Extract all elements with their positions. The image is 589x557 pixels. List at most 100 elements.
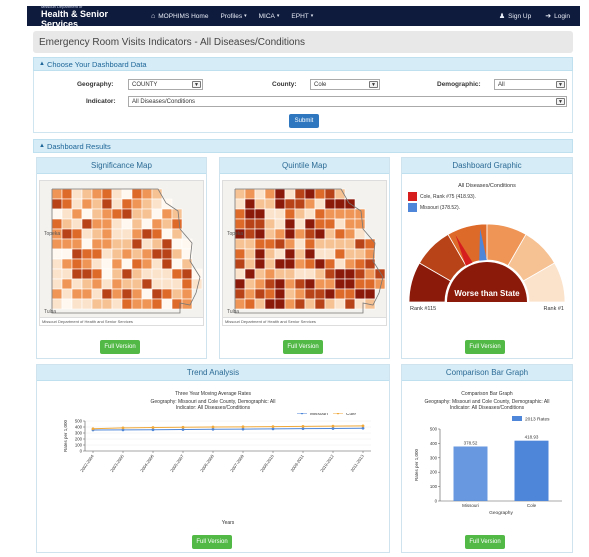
graphic-full-version-button[interactable]: Full Version xyxy=(465,340,505,354)
county-cell xyxy=(374,268,386,280)
county-cell xyxy=(101,238,113,250)
county-cell xyxy=(121,228,133,240)
county-cell xyxy=(71,298,83,310)
significance-map[interactable]: Topeka Tulsa Missouri Department of Heal… xyxy=(39,180,204,326)
legend-swatch xyxy=(512,416,522,421)
county-cell xyxy=(91,288,103,300)
county-select[interactable]: Cole ▼ xyxy=(310,79,380,90)
submit-button[interactable]: Submit xyxy=(289,114,319,128)
county-cell xyxy=(274,198,286,210)
nav-mophims-home[interactable]: ⌂ MOPHIMS Home xyxy=(151,13,208,20)
county-cell xyxy=(91,258,103,270)
chevron-down-icon: ▼ xyxy=(556,81,565,88)
missouri-map-graphic xyxy=(234,188,386,314)
county-cell xyxy=(71,278,83,290)
county-cell xyxy=(344,208,356,220)
county-cell xyxy=(161,238,173,250)
gauge-rank-right: Rank #1 xyxy=(544,306,565,312)
indicator-select[interactable]: All Diseases/Conditions ▼ xyxy=(128,96,567,107)
county-cell xyxy=(61,268,73,280)
county-cell xyxy=(354,228,366,240)
choose-data-header[interactable]: ▲ Choose Your Dashboard Data xyxy=(33,57,573,71)
y-tick-label: 200 xyxy=(430,470,438,475)
county-cell xyxy=(284,248,296,260)
county-cell xyxy=(171,228,183,240)
county-cell xyxy=(244,208,256,220)
county-cell xyxy=(111,218,123,230)
chevron-down-icon: ▼ xyxy=(369,81,378,88)
county-cell xyxy=(304,288,316,300)
quintile-map[interactable]: Topeka Tulsa Missouri Department of Heal… xyxy=(222,180,387,326)
county-cell xyxy=(324,198,336,210)
county-cell xyxy=(141,198,153,210)
county-cell xyxy=(254,258,266,270)
county-cell xyxy=(254,198,266,210)
nav-epht[interactable]: EPHT ▾ xyxy=(291,13,313,20)
county-cell xyxy=(161,288,173,300)
county-cell xyxy=(61,188,73,200)
sign-up-link[interactable]: ♟ Sign Up xyxy=(499,12,531,21)
gauge-legend-cole-label: Cole, Rank #75 (418.93). xyxy=(420,193,476,200)
county-cell xyxy=(51,278,63,290)
y-tick-label: 400 xyxy=(430,441,438,446)
county-cell xyxy=(234,258,246,270)
county-cell xyxy=(171,258,183,270)
county-cell xyxy=(314,208,326,220)
x-tick-label: 2007-2009 xyxy=(229,453,245,473)
county-cell xyxy=(314,188,326,200)
chevron-down-icon: ▾ xyxy=(244,13,247,19)
quintile-full-version-button[interactable]: Full Version xyxy=(283,340,323,354)
county-cell xyxy=(284,198,296,210)
county-cell xyxy=(171,298,183,310)
county-cell xyxy=(91,248,103,260)
city-label-topeka: Topeka xyxy=(44,231,61,237)
county-cell xyxy=(61,258,73,270)
nav-epht-label: EPHT xyxy=(291,12,309,20)
county-cell xyxy=(334,248,346,260)
county-cell xyxy=(141,268,153,280)
dashboard-results-header[interactable]: ▲ Dashboard Results xyxy=(33,139,573,153)
county-cell xyxy=(151,298,163,310)
trend-chart-title: Three Year Moving Average Rates xyxy=(174,391,252,397)
trend-analysis-title: Trend Analysis xyxy=(37,365,389,381)
county-cell xyxy=(111,208,123,220)
county-cell xyxy=(101,228,113,240)
choose-data-header-label: Choose Your Dashboard Data xyxy=(46,59,147,69)
chevron-down-icon: ▾ xyxy=(276,13,280,19)
login-link[interactable]: ➜ Login xyxy=(545,12,570,21)
county-cell xyxy=(264,248,276,260)
missouri-map-graphic xyxy=(51,188,203,314)
county-cell xyxy=(81,228,93,240)
county-cell xyxy=(61,228,73,240)
county-cell xyxy=(274,288,286,300)
bar-full-version-button[interactable]: Full Version xyxy=(465,535,505,549)
trend-chart-subtitle-2: Indicator: All Diseases/Conditions xyxy=(175,405,251,411)
county-cell xyxy=(244,238,256,250)
county-cells xyxy=(234,188,386,310)
geography-select[interactable]: COUNTY ▼ xyxy=(128,79,203,90)
data-point xyxy=(151,426,155,429)
county-cell xyxy=(111,228,123,240)
gauge-legend-missouri: Missouri (378.52). xyxy=(408,203,460,212)
data-point xyxy=(241,425,245,429)
county-cell xyxy=(51,218,63,230)
chevron-down-icon: ▾ xyxy=(310,13,314,19)
county-cell xyxy=(101,258,113,270)
county-cell xyxy=(274,208,286,220)
nav-mica[interactable]: MICA ▾ xyxy=(259,13,280,20)
gauge-center-label: Worse than State xyxy=(454,289,520,298)
county-cell xyxy=(111,288,123,300)
nav-profiles[interactable]: Profiles ▾ xyxy=(220,13,246,20)
county-cell xyxy=(81,198,93,210)
county-cell xyxy=(354,288,366,300)
county-cell xyxy=(244,258,256,270)
trend-full-version-button[interactable]: Full Version xyxy=(192,535,232,549)
county-cell xyxy=(334,228,346,240)
data-point xyxy=(181,425,185,429)
significance-full-version-button[interactable]: Full Version xyxy=(100,340,140,354)
county-label: County: xyxy=(272,81,297,88)
county-cell xyxy=(101,218,113,230)
brand-logo[interactable]: Missouri Department of Health & Senior S… xyxy=(41,4,139,29)
county-cell xyxy=(334,298,346,310)
demographic-select[interactable]: All ▼ xyxy=(494,79,567,90)
